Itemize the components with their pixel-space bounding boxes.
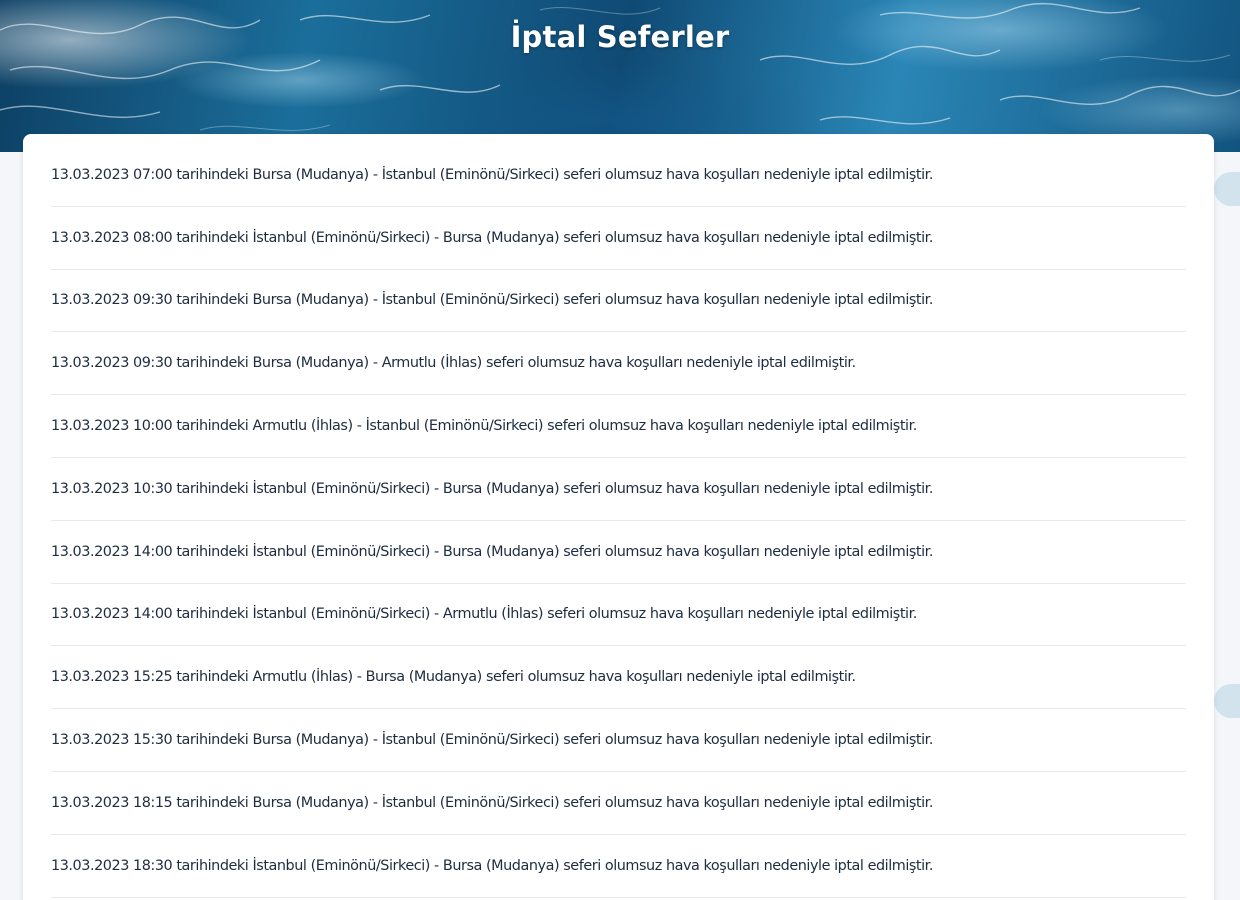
cancellation-notice: 13.03.2023 18:30 tarihindeki İstanbul (E… — [51, 857, 933, 874]
cancellation-notice: 13.03.2023 08:00 tarihindeki İstanbul (E… — [51, 229, 933, 246]
list-item: 13.03.2023 10:30 tarihindeki İstanbul (E… — [51, 458, 1186, 521]
page: İptal Seferler 13.03.2023 07:00 tarihind… — [0, 0, 1240, 900]
list-item: 13.03.2023 09:30 tarihindeki Bursa (Muda… — [51, 270, 1186, 333]
cancellations-card: 13.03.2023 07:00 tarihindeki Bursa (Muda… — [23, 134, 1214, 900]
list-item: 13.03.2023 10:00 tarihindeki Armutlu (İh… — [51, 395, 1186, 458]
header-banner: İptal Seferler — [0, 0, 1240, 152]
page-title: İptal Seferler — [510, 20, 730, 54]
cancellation-notice: 13.03.2023 09:30 tarihindeki Bursa (Muda… — [51, 355, 856, 372]
list-item: 13.03.2023 15:25 tarihindeki Armutlu (İh… — [51, 646, 1186, 710]
list-item: 13.03.2023 07:00 tarihindeki Bursa (Muda… — [51, 144, 1186, 207]
list-item: 13.03.2023 09:30 tarihindeki Bursa (Muda… — [51, 332, 1186, 396]
cancellations-list: 13.03.2023 07:00 tarihindeki Bursa (Muda… — [51, 144, 1186, 898]
cancellation-notice: 13.03.2023 15:30 tarihindeki Bursa (Muda… — [51, 732, 933, 749]
cancellation-notice: 13.03.2023 09:30 tarihindeki Bursa (Muda… — [51, 292, 933, 309]
cancellation-notice: 13.03.2023 14:00 tarihindeki İstanbul (E… — [51, 606, 917, 623]
cancellation-notice: 13.03.2023 15:25 tarihindeki Armutlu (İh… — [51, 669, 856, 686]
list-item: 13.03.2023 14:00 tarihindeki İstanbul (E… — [51, 584, 1186, 647]
cancellation-notice: 13.03.2023 10:00 tarihindeki Armutlu (İh… — [51, 418, 917, 435]
list-item: 13.03.2023 15:30 tarihindeki Bursa (Muda… — [51, 709, 1186, 772]
list-item: 13.03.2023 18:15 tarihindeki Bursa (Muda… — [51, 772, 1186, 835]
cancellation-notice: 13.03.2023 14:00 tarihindeki İstanbul (E… — [51, 543, 933, 560]
cancellation-notice: 13.03.2023 10:30 tarihindeki İstanbul (E… — [51, 480, 933, 497]
cancellation-notice: 13.03.2023 18:15 tarihindeki Bursa (Muda… — [51, 794, 933, 811]
list-item: 13.03.2023 18:30 tarihindeki İstanbul (E… — [51, 835, 1186, 898]
list-item: 13.03.2023 08:00 tarihindeki İstanbul (E… — [51, 207, 1186, 270]
cancellation-notice: 13.03.2023 07:00 tarihindeki Bursa (Muda… — [51, 166, 933, 183]
decorative-cloud-shape — [1214, 684, 1240, 718]
list-item: 13.03.2023 14:00 tarihindeki İstanbul (E… — [51, 521, 1186, 584]
decorative-cloud-shape — [1214, 172, 1240, 206]
